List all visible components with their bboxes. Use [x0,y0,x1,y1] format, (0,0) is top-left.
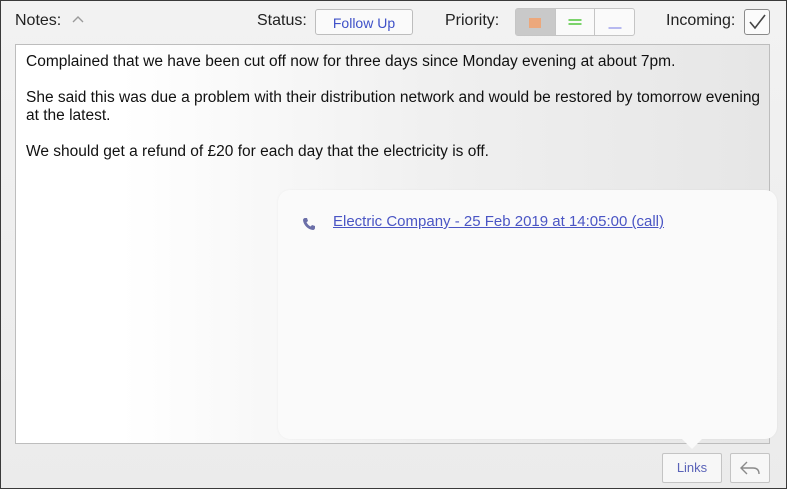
priority-high-segment[interactable] [516,9,556,35]
reply-button[interactable] [730,453,770,483]
priority-high-icon [529,18,542,28]
reply-arrow-icon [740,461,760,475]
priority-low-icon [608,27,622,29]
priority-medium-segment[interactable] [556,9,596,35]
popover-arrow [681,438,703,449]
priority-segmented-control [515,8,635,36]
links-button[interactable]: Links [662,453,722,483]
incoming-checkbox[interactable] [744,9,770,35]
chevron-up-icon[interactable] [71,14,85,24]
checkmark-icon [749,14,766,30]
priority-low-segment[interactable] [595,9,634,35]
priority-medium-icon [568,19,582,25]
status-label: Status: [257,12,307,29]
notes-paragraph: We should get a refund of £20 for each d… [26,143,489,160]
linked-call-link[interactable]: Electric Company - 25 Feb 2019 at 14:05:… [333,213,664,230]
status-button[interactable]: Follow Up [315,9,413,35]
notes-paragraph: Complained that we have been cut off now… [26,53,676,70]
priority-label: Priority: [445,12,500,29]
notes-label: Notes: [15,12,62,29]
toolbar: Notes: Status: Follow Up Priority: Incom… [1,1,786,43]
phone-icon [303,218,315,230]
links-popover: Electric Company - 25 Feb 2019 at 14:05:… [278,190,777,439]
notes-paragraph: She said this was due a problem with the… [26,89,761,124]
incoming-label: Incoming: [666,12,736,29]
